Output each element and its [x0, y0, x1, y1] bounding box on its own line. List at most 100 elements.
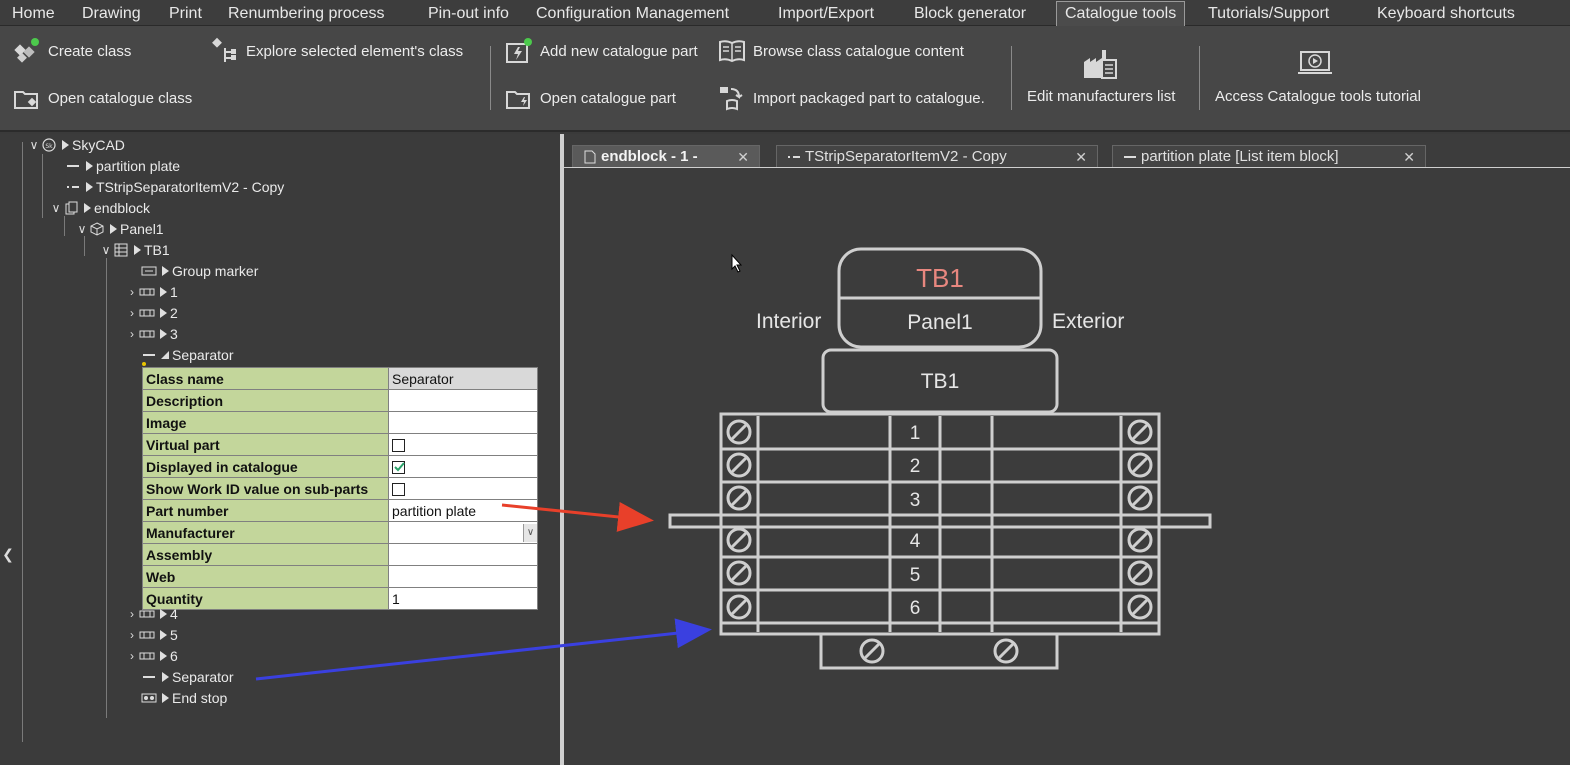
tree-node-root[interactable]: ∨ Sk SkyCAD [28, 135, 125, 155]
tree-node-terminal-4[interactable]: › 4 [126, 604, 178, 624]
expand-chevron-icon[interactable]: › [126, 282, 138, 302]
svg-text:Sk: Sk [45, 143, 53, 150]
close-icon[interactable]: ✕ [737, 146, 749, 168]
factory-icon [1080, 46, 1120, 82]
terminal-icon [138, 306, 156, 320]
browse-class-content-button[interactable]: Browse class catalogue content [717, 36, 964, 66]
chevron-down-icon[interactable]: ∨ [523, 523, 537, 542]
create-class-button[interactable]: Create class [12, 36, 131, 66]
expand-chevron-icon[interactable]: ∨ [50, 198, 62, 218]
collapse-left-icon[interactable]: ❮ [0, 544, 16, 564]
ribbon: Create class Open catalogue class Explor… [0, 26, 1570, 132]
catalogue-tutorial-button[interactable]: Access Catalogue tools tutorial [1215, 46, 1421, 105]
edit-manufacturers-button[interactable]: Edit manufacturers list [1027, 46, 1175, 105]
open-catalogue-part-button[interactable]: Open catalogue part [504, 83, 676, 113]
menu-tab-shortcuts[interactable]: Keyboard shortcuts [1377, 2, 1515, 26]
menu-tab-print[interactable]: Print [169, 2, 202, 26]
expand-chevron-icon[interactable]: › [126, 604, 138, 624]
tree-label: Panel1 [120, 221, 164, 237]
manufacturer-select[interactable]: ∨ [388, 521, 538, 544]
expand-chevron-icon[interactable]: › [126, 303, 138, 323]
terminal-block-icon [112, 243, 130, 257]
menu-tab-pinout[interactable]: Pin-out info [428, 2, 509, 26]
row-number: 6 [910, 598, 921, 619]
property-name: Image [142, 411, 389, 434]
end-stop-icon [140, 691, 158, 705]
selection-dot [142, 362, 146, 366]
doc-tab-label: TStripSeparatorItemV2 - Copy [805, 147, 1007, 165]
displayed-in-catalogue-checkbox[interactable] [392, 461, 405, 475]
play-triangle-icon [86, 161, 93, 171]
play-triangle-icon [160, 630, 167, 640]
book-icon [717, 36, 747, 66]
menu-tab-renumbering[interactable]: Renumbering process [228, 2, 385, 26]
expand-chevron-icon[interactable]: › [126, 324, 138, 344]
tree-node-terminal-6[interactable]: › 6 [126, 646, 178, 666]
assembly-field[interactable] [388, 543, 538, 566]
doc-tab-endblock[interactable]: endblock - 1 - ✕ [572, 145, 760, 167]
show-work-id-checkbox[interactable] [392, 483, 405, 497]
doc-tab-tstrip[interactable]: TStripSeparatorItemV2 - Copy ✕ [776, 145, 1098, 167]
tree-label: 3 [170, 326, 178, 342]
play-triangle-icon [86, 182, 93, 192]
dash-line-icon [140, 348, 158, 362]
tree-node-tstrip[interactable]: TStripSeparatorItemV2 - Copy [64, 177, 284, 197]
play-triangle-icon [162, 693, 169, 703]
video-tutorial-icon [1295, 46, 1335, 82]
tree-node-tb1[interactable]: ∨ TB1 [100, 240, 170, 260]
tree-label: partition plate [96, 158, 181, 174]
expand-chevron-icon[interactable]: ∨ [28, 135, 40, 155]
doc-tab-partition-plate[interactable]: partition plate [List item block] ✕ [1112, 145, 1426, 167]
tree-node-partition-plate[interactable]: partition plate [64, 156, 180, 176]
tree-label: TB1 [144, 242, 170, 258]
menu-tab-catalogue-tools[interactable]: Catalogue tools [1056, 1, 1186, 27]
checkmark-icon [394, 462, 405, 472]
tree-label: SkyCAD [72, 137, 125, 153]
expand-chevron-icon[interactable]: › [126, 625, 138, 645]
tree-node-end-stop[interactable]: End stop [140, 688, 227, 708]
add-part-icon [504, 36, 534, 66]
web-field[interactable] [388, 565, 538, 588]
tree-node-group-marker[interactable]: Group marker [140, 261, 258, 281]
close-icon[interactable]: ✕ [1403, 146, 1415, 168]
add-catalogue-part-button[interactable]: Add new catalogue part [504, 36, 698, 66]
menu-tab-import-export[interactable]: Import/Export [778, 2, 874, 26]
property-name: Part number [142, 499, 389, 522]
dash-line-icon [64, 159, 82, 173]
close-icon[interactable]: ✕ [1075, 146, 1087, 168]
drawing-canvas[interactable]: TB1 Panel1 Interior Exterior TB1 1 2 3 4… [564, 169, 1570, 765]
property-name: Description [142, 389, 389, 412]
description-field[interactable] [388, 389, 538, 412]
tree-guide-line [84, 236, 85, 256]
expand-chevron-icon[interactable]: ∨ [100, 240, 112, 260]
open-catalogue-class-button[interactable]: Open catalogue class [12, 83, 192, 113]
tree-node-panel[interactable]: ∨ Panel1 [76, 219, 164, 239]
menu-tab-drawing[interactable]: Drawing [82, 2, 141, 26]
part-number-field[interactable]: partition plate [388, 499, 538, 522]
import-packaged-part-label: Import packaged part to catalogue. [753, 89, 985, 107]
menu-tab-tutorials[interactable]: Tutorials/Support [1208, 2, 1329, 26]
expand-chevron-icon[interactable]: ∨ [76, 219, 88, 239]
tree-node-terminal-2[interactable]: › 2 [126, 303, 178, 323]
tree-node-terminal-5[interactable]: › 5 [126, 625, 178, 645]
expand-chevron-icon[interactable]: › [126, 646, 138, 666]
quantity-field[interactable]: 1 [388, 587, 538, 610]
property-row: Class name Separator [142, 367, 538, 390]
tree-node-terminal-1[interactable]: › 1 [126, 282, 178, 302]
tree-node-terminal-3[interactable]: › 3 [126, 324, 178, 344]
import-packaged-part-button[interactable]: Import packaged part to catalogue. [717, 83, 985, 113]
virtual-part-checkbox[interactable] [392, 439, 405, 453]
drawing-svg: TB1 Panel1 Interior Exterior TB1 1 2 3 4… [668, 247, 1212, 670]
menu-tab-config-mgmt[interactable]: Configuration Management [536, 2, 729, 26]
explore-class-button[interactable]: Explore selected element's class [210, 36, 463, 66]
tree-node-endblock[interactable]: ∨ endblock [50, 198, 150, 218]
explore-class-label: Explore selected element's class [246, 42, 464, 60]
tree-label: Separator [172, 347, 234, 363]
open-catalogue-class-label: Open catalogue class [48, 89, 193, 107]
tree-node-separator-selected[interactable]: Separator [140, 345, 233, 365]
menu-tab-home[interactable]: Home [12, 2, 55, 26]
image-field[interactable] [388, 411, 538, 434]
add-catalogue-part-label: Add new catalogue part [540, 42, 698, 60]
tree-node-separator-2[interactable]: Separator [140, 667, 233, 687]
menu-tab-block-generator[interactable]: Block generator [914, 2, 1026, 26]
